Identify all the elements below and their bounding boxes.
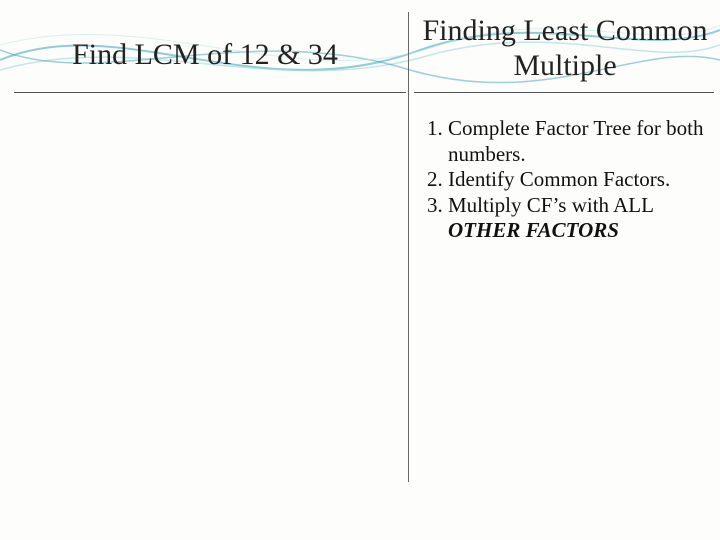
vertical-divider	[408, 12, 409, 482]
slide: Find LCM of 12 & 34 Finding Least Common…	[0, 0, 720, 540]
steps-list: Complete Factor Tree for both numbers. I…	[420, 116, 712, 244]
step-item: Complete Factor Tree for both numbers.	[448, 116, 712, 167]
left-title-rule	[14, 92, 406, 93]
right-title-rule	[414, 92, 714, 93]
step-item: Multiply CF’s with ALL OTHER FACTORS	[448, 193, 712, 244]
step3-prefix: Multiply CF’s with ALL	[448, 193, 653, 217]
step3-suffix: OTHER FACTORS	[448, 218, 619, 242]
left-title: Find LCM of 12 & 34	[20, 38, 390, 72]
step-item: Identify Common Factors.	[448, 167, 712, 193]
right-title: Finding Least Common Multiple	[420, 14, 710, 83]
